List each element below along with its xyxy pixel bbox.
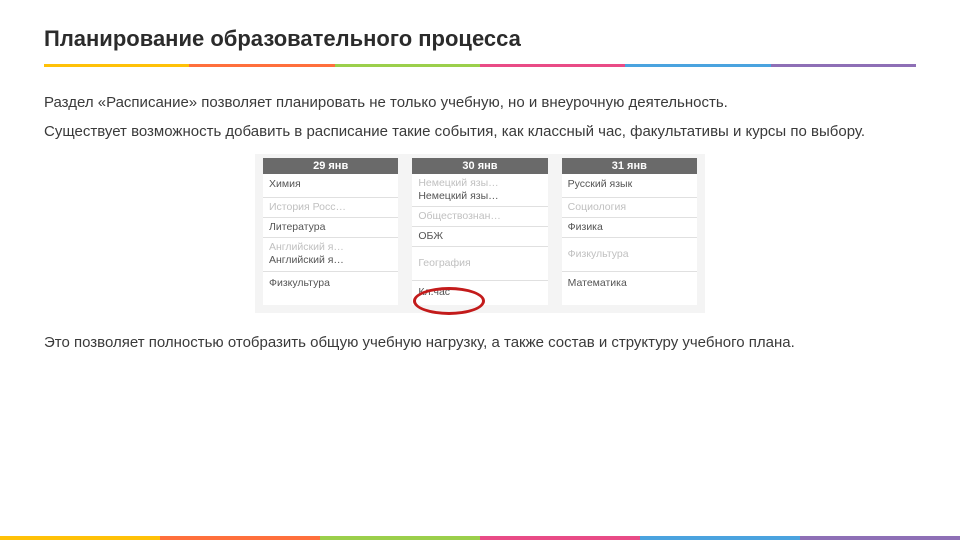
- accent-seg-3: [335, 64, 480, 67]
- accent-seg-1: [0, 536, 160, 540]
- subject-label: Русский язык: [568, 178, 691, 191]
- schedule-cell: Литература: [263, 218, 398, 238]
- day-column: 31 янв Русский язык Социология Физика Физкул…: [562, 158, 697, 306]
- subject-label: Английский я…: [269, 241, 392, 254]
- day-column: 30 янвНемецкий язы…Немецкий язы…Общество…: [412, 158, 547, 306]
- accent-seg-1: [44, 64, 189, 67]
- schedule-cell: Кл.час: [412, 281, 547, 305]
- schedule-cell: Физика: [562, 218, 697, 238]
- subject-label: Немецкий язы…: [418, 177, 541, 190]
- subject-label: Физкультура: [568, 248, 691, 261]
- day-column: 29 янв Химия История Росс… Литература Англий…: [263, 158, 398, 306]
- subject-label: Литература: [269, 221, 392, 234]
- accent-seg-4: [480, 536, 640, 540]
- accent-seg-5: [625, 64, 770, 67]
- subject-label: Физика: [568, 221, 691, 234]
- schedule-cell: Физкультура: [562, 238, 697, 272]
- schedule-cell: Немецкий язы…Немецкий язы…: [412, 174, 547, 207]
- accent-seg-6: [800, 536, 960, 540]
- subject-label: География: [418, 257, 541, 270]
- accent-seg-4: [480, 64, 625, 67]
- schedule-cell: Английский я…Английский я…: [263, 238, 398, 272]
- schedule-cell: Русский язык: [562, 174, 697, 198]
- subject-label: Обществознан…: [418, 210, 541, 223]
- schedule-cell: Математика: [562, 272, 697, 296]
- subject-label: ОБЖ: [418, 230, 541, 243]
- schedule-cell: Химия: [263, 174, 398, 198]
- accent-seg-5: [640, 536, 800, 540]
- subject-label: Немецкий язы…: [418, 190, 541, 203]
- accent-seg-2: [189, 64, 334, 67]
- accent-seg-2: [160, 536, 320, 540]
- title-underline: [44, 64, 916, 67]
- schedule-cell: ОБЖ: [412, 227, 547, 247]
- page-title: Планирование образовательного процесса: [44, 26, 916, 52]
- schedule-cell: География: [412, 247, 547, 281]
- footer-accent-bar: [0, 536, 960, 540]
- schedule-cell: Физкультура: [263, 272, 398, 296]
- schedule-cell: Социология: [562, 198, 697, 218]
- day-header: 31 янв: [562, 158, 697, 174]
- subject-label: История Росс…: [269, 201, 392, 214]
- subject-label: Кл.час: [418, 286, 541, 299]
- subject-label: Математика: [568, 277, 691, 290]
- day-header: 29 янв: [263, 158, 398, 174]
- schedule-cell: История Росс…: [263, 198, 398, 218]
- schedule-widget: 29 янв Химия История Росс… Литература Англий…: [255, 154, 705, 314]
- outro-paragraph: Это позволяет полностью отобразить общую…: [44, 331, 916, 354]
- intro-paragraph-1: Раздел «Расписание» позволяет планироват…: [44, 91, 916, 114]
- day-header: 30 янв: [412, 158, 547, 174]
- accent-seg-6: [771, 64, 916, 67]
- subject-label: Социология: [568, 201, 691, 214]
- intro-paragraph-2: Существует возможность добавить в распис…: [44, 120, 916, 143]
- subject-label: Английский я…: [269, 254, 392, 267]
- schedule-cell: Обществознан…: [412, 207, 547, 227]
- subject-label: Физкультура: [269, 277, 392, 290]
- subject-label: Химия: [269, 178, 392, 191]
- accent-seg-3: [320, 536, 480, 540]
